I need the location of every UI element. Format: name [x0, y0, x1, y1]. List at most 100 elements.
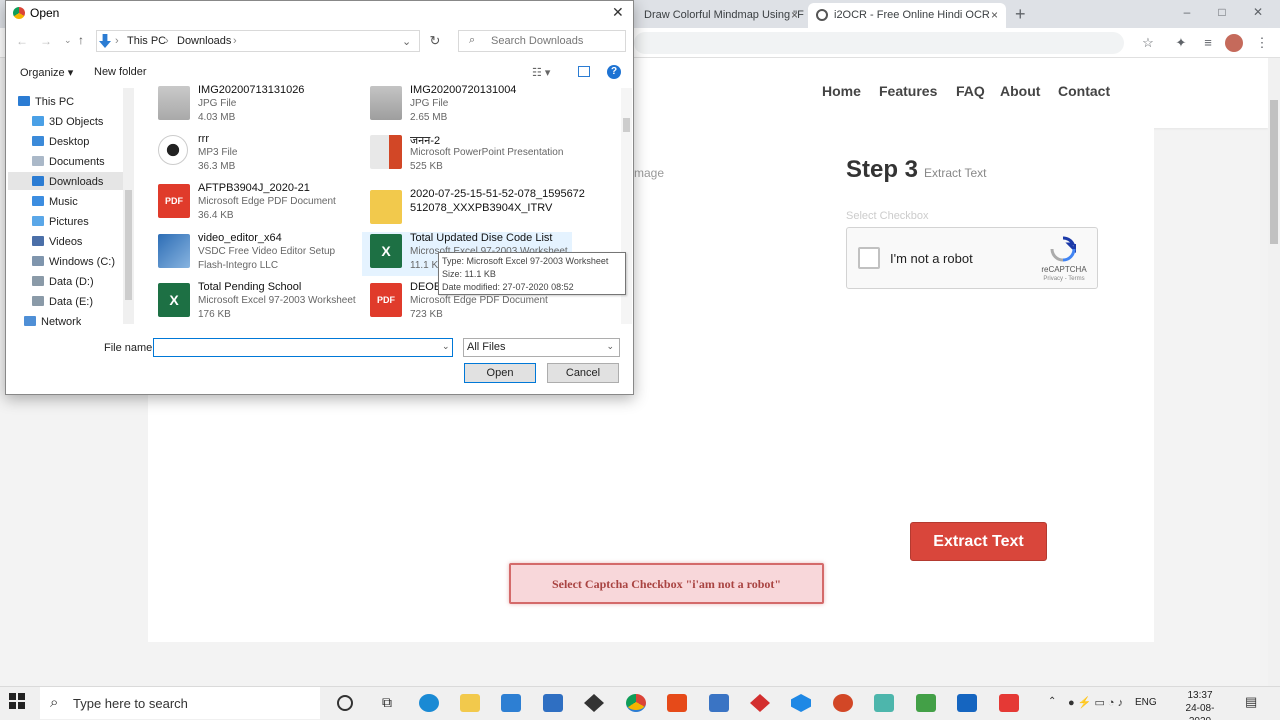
maximize-button[interactable]: □	[1210, 5, 1234, 23]
mail-icon[interactable]	[543, 694, 563, 712]
reading-list-icon[interactable]: ≡	[1199, 34, 1217, 52]
notification-icon[interactable]: ▤	[1245, 694, 1257, 710]
photo-thumbnail-icon	[158, 86, 190, 120]
app-blue-icon[interactable]	[957, 694, 977, 712]
file-item[interactable]: IMG20200720131004 JPG File 2.65 MB	[370, 84, 580, 130]
office-icon[interactable]	[667, 694, 687, 712]
breadcrumb-downloads[interactable]: Downloads	[177, 35, 231, 47]
file-name: Total Pending School	[198, 281, 302, 293]
nav-home[interactable]: Home	[822, 83, 861, 99]
bookmark-star-icon[interactable]: ☆	[1139, 34, 1157, 52]
file-type-filter-value: All Files	[467, 341, 506, 353]
back-arrow-icon[interactable]: ←	[16, 34, 28, 48]
desktop-icon	[32, 136, 44, 146]
file-name: video_editor_x64	[198, 232, 282, 244]
help-icon[interactable]: ?	[607, 65, 621, 79]
app-gear-icon[interactable]	[874, 694, 894, 712]
nav-about[interactable]: About	[1000, 83, 1040, 99]
step2-subtitle-fragment: mage	[634, 166, 665, 180]
powerpoint-taskbar-icon[interactable]	[833, 694, 853, 712]
nav-item-pictures[interactable]: Pictures	[32, 216, 89, 228]
recaptcha-privacy-links[interactable]: Privacy - Terms	[1036, 276, 1092, 282]
tab-mindmap[interactable]: Draw Colorful Mindmap Using "F ×	[634, 3, 806, 28]
file-type-filter[interactable]: All Files ⌄	[463, 338, 620, 357]
tray-chevron-up-icon[interactable]: ⌃	[1048, 696, 1056, 707]
file-item[interactable]: जनन-2 Microsoft PowerPoint Presentation …	[370, 133, 580, 179]
i2ocr-favicon-icon	[816, 9, 828, 21]
nav-item-desktop[interactable]: Desktop	[32, 136, 89, 148]
preview-pane-icon[interactable]	[578, 66, 590, 77]
page-scrollbar-thumb[interactable]	[1270, 100, 1278, 244]
nav-item-data-d[interactable]: Data (D:)	[32, 276, 94, 288]
nav-item-documents[interactable]: Documents	[32, 156, 105, 168]
nav-item-downloads[interactable]: Downloads	[32, 176, 103, 188]
clock[interactable]: 13:37 24-08-2020	[1175, 689, 1225, 720]
input-language[interactable]: ENG	[1135, 697, 1157, 708]
nav-item-3d-objects[interactable]: 3D Objects	[32, 116, 103, 128]
file-type: JPG File	[198, 98, 237, 109]
minimize-button[interactable]: –	[1175, 5, 1199, 23]
nav-item-data-e[interactable]: Data (E:)	[32, 296, 93, 308]
drive-icon	[32, 296, 44, 306]
file-type: JPG File	[410, 98, 449, 109]
tab-close-icon[interactable]: ×	[991, 3, 998, 28]
new-tab-button[interactable]: +	[1015, 4, 1026, 25]
file-size: 525 KB	[410, 161, 443, 172]
nav-item-windows-c[interactable]: Windows (C:)	[32, 256, 115, 268]
edge-icon[interactable]	[419, 694, 439, 712]
forward-arrow-icon[interactable]: →	[40, 34, 52, 48]
task-view-icon[interactable]: ⧉	[377, 694, 397, 712]
nav-item-videos[interactable]: Videos	[32, 236, 82, 248]
step3-subtitle: Extract Text	[924, 166, 987, 180]
extract-text-button[interactable]: Extract Text	[910, 522, 1047, 561]
dialog-close-button[interactable]: ✕	[612, 4, 624, 21]
extensions-icon[interactable]: ✦	[1172, 34, 1190, 52]
cancel-button[interactable]: Cancel	[547, 363, 619, 383]
profile-avatar[interactable]	[1225, 34, 1243, 52]
nav-item-music[interactable]: Music	[32, 196, 78, 208]
tab-i2ocr[interactable]: i2OCR - Free Online Hindi OCR ×	[808, 3, 1006, 28]
file-item[interactable]: 2020-07-25-15-51-52-078_1595672 512078_X…	[370, 188, 585, 234]
nav-pane-scrollbar-thumb[interactable]	[125, 190, 132, 300]
file-name-dropdown-icon[interactable]: ⌄	[442, 341, 450, 352]
file-list-scrollbar-thumb[interactable]	[623, 118, 630, 132]
window-close-button[interactable]: ✕	[1246, 5, 1270, 23]
music-icon	[32, 196, 44, 206]
nav-item-label: Data (D:)	[49, 276, 94, 288]
chrome-taskbar-icon[interactable]	[626, 694, 646, 712]
organize-button[interactable]: Organize ▾	[20, 66, 73, 79]
captcha-checkbox[interactable]	[858, 247, 880, 269]
file-item[interactable]: IMG20200713131026 JPG File 4.03 MB	[158, 84, 368, 130]
refresh-icon[interactable]: ↻	[425, 30, 445, 52]
chrome-menu-icon[interactable]: ⋮	[1253, 34, 1271, 52]
nav-item-this-pc[interactable]: This PC	[18, 96, 74, 108]
file-explorer-icon[interactable]	[460, 694, 480, 712]
recorder-icon[interactable]	[999, 694, 1019, 712]
address-bar[interactable]	[634, 32, 1124, 54]
tray-icons[interactable]: ● ⚡ ▭ ◔ ♪	[1068, 696, 1123, 709]
file-item[interactable]: X Total Pending School Microsoft Excel 9…	[158, 281, 368, 327]
nav-contact[interactable]: Contact	[1058, 83, 1110, 99]
cortana-icon[interactable]	[337, 695, 353, 711]
start-button[interactable]	[8, 692, 32, 714]
store-icon[interactable]	[501, 694, 521, 712]
camtasia-icon[interactable]	[916, 694, 936, 712]
open-button[interactable]: Open	[464, 363, 536, 383]
file-name-input[interactable]	[153, 338, 453, 357]
change-view-icon[interactable]: ☷ ▾	[532, 66, 550, 79]
file-item[interactable]: rrr MP3 File 36.3 MB	[158, 133, 368, 179]
breadcrumb-this-pc[interactable]: This PC	[127, 35, 166, 47]
nav-faq[interactable]: FAQ	[956, 83, 985, 99]
app-window-icon[interactable]	[709, 694, 729, 712]
file-item[interactable]: video_editor_x64 VSDC Free Video Editor …	[158, 232, 368, 278]
file-name: Total Updated Dise Code List	[410, 232, 553, 244]
up-arrow-icon[interactable]: ↑	[78, 33, 84, 47]
address-dropdown-icon[interactable]: ⌄	[402, 35, 411, 48]
nav-item-network[interactable]: Network	[24, 316, 81, 326]
file-item[interactable]: PDF AFTPB3904J_2020-21 Microsoft Edge PD…	[158, 182, 368, 228]
recent-dropdown-icon[interactable]: ⌄	[64, 35, 72, 46]
new-folder-button[interactable]: New folder	[94, 66, 147, 78]
file-type: Microsoft PowerPoint Presentation	[410, 147, 564, 158]
tab-close-icon[interactable]: ×	[791, 3, 798, 28]
nav-features[interactable]: Features	[879, 83, 937, 99]
